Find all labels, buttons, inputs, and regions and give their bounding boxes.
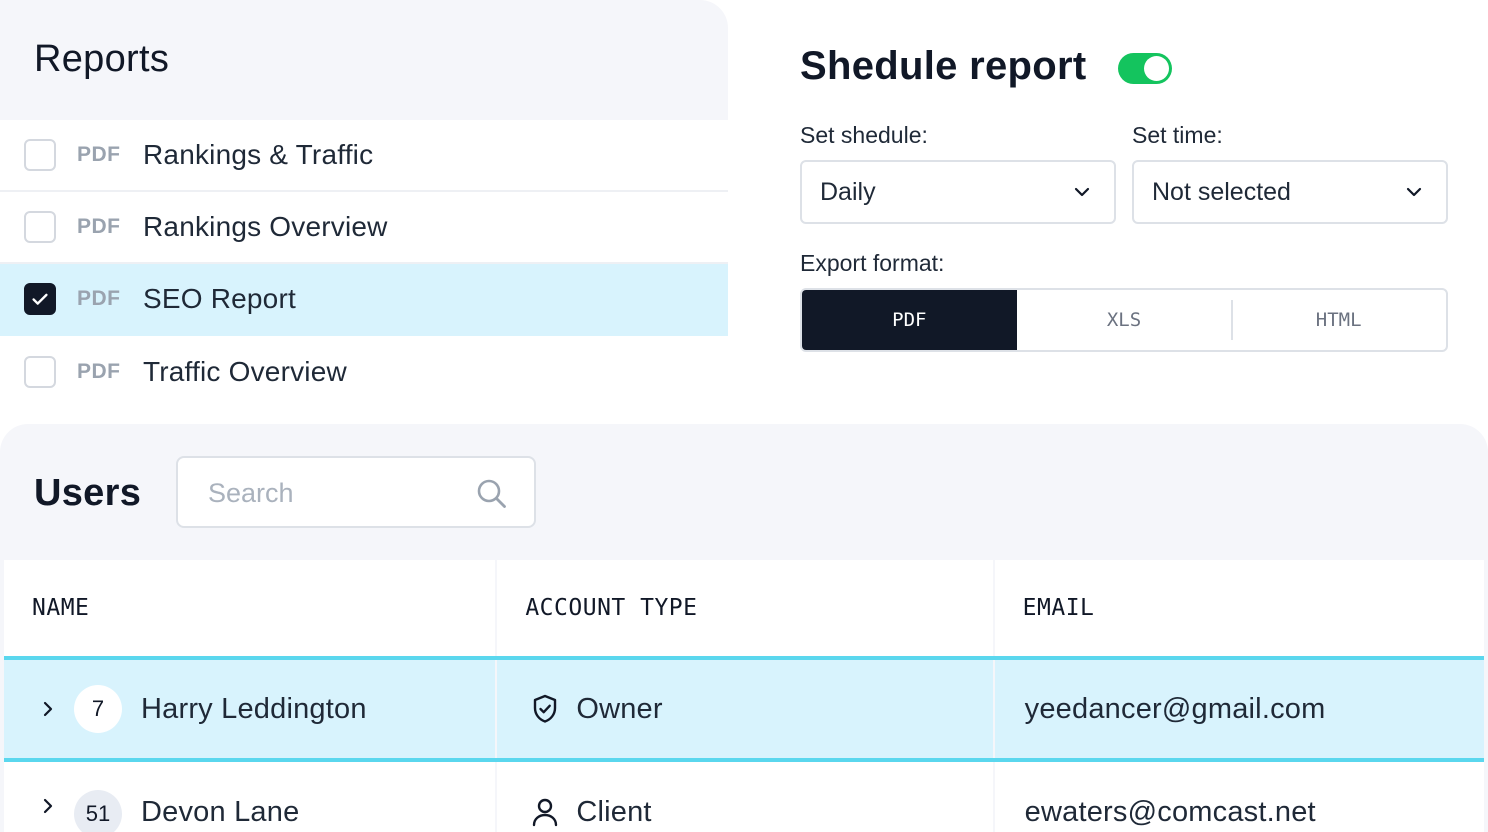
report-item-rankings-traffic[interactable]: PDF Rankings & Traffic [0,120,728,192]
format-html-button[interactable]: HTML [1231,290,1446,350]
users-panel: Users NAME ACCOUNT TYPE EMAIL 7 Harry Le… [0,424,1488,832]
report-format-tag: PDF [77,143,121,166]
chevron-down-icon [1406,187,1422,197]
search-box [176,456,536,528]
user-name: Devon Lane [141,796,300,828]
count-badge: 51 [74,790,122,832]
account-type-cell: Client [497,762,993,832]
account-type: Owner [576,692,663,725]
time-select-value: Not selected [1152,177,1291,206]
count-badge: 7 [74,685,122,733]
reports-panel: Reports PDF Rankings & Traffic PDF Ranki… [0,0,728,392]
report-name: Rankings & Traffic [143,139,374,170]
email-cell: yeedancer@gmail.com [994,660,1484,758]
toggle-knob [1144,56,1169,81]
account-type-cell: Owner [497,660,993,758]
name-cell: 7 Harry Leddington [4,660,496,758]
schedule-panel: Shedule report Set shedule: Daily Set ti… [760,0,1488,392]
reports-title: Reports [34,38,170,80]
column-header-email[interactable]: EMAIL [994,560,1484,656]
account-type: Client [576,796,652,828]
chevron-right-icon[interactable] [38,699,58,719]
check-icon [32,293,48,305]
export-format-label: Export format: [800,250,945,276]
column-header-account-type[interactable]: ACCOUNT TYPE [497,560,993,656]
chevron-right-icon[interactable] [38,796,58,816]
time-select[interactable]: Not selected [1132,160,1448,224]
schedule-select[interactable]: Daily [800,160,1116,224]
search-icon[interactable] [476,478,508,510]
report-name: Rankings Overview [143,211,388,242]
report-format-tag: PDF [77,287,121,310]
report-format-tag: PDF [77,360,121,383]
report-item-seo-report[interactable]: PDF SEO Report [0,264,728,336]
reports-header: Reports [0,0,728,120]
user-name: Harry Leddington [141,692,367,725]
schedule-title: Shedule report [800,44,1087,88]
name-cell: 51 Devon Lane [4,762,496,832]
schedule-label: Set shedule: [800,122,928,148]
table-header: NAME ACCOUNT TYPE EMAIL [4,560,1484,660]
schedule-select-value: Daily [820,177,876,206]
email-cell: ewaters@comcast.net [994,762,1484,832]
user-email: ewaters@comcast.net [1024,796,1316,828]
report-checkbox[interactable] [24,356,56,388]
table-row[interactable]: 7 Harry Leddington Owner yeedancer@gmail… [4,660,1484,762]
format-pdf-button[interactable]: PDF [802,290,1017,350]
time-label: Set time: [1132,122,1223,148]
schedule-toggle[interactable] [1118,53,1172,84]
column-header-name[interactable]: NAME [4,560,496,656]
report-checkbox[interactable] [24,211,56,243]
report-name: SEO Report [143,283,296,314]
chevron-down-icon [1074,187,1090,197]
users-title: Users [34,472,142,514]
user-icon [533,798,558,827]
report-checkbox-checked[interactable] [24,283,56,315]
shield-icon [534,694,557,723]
report-name: Traffic Overview [143,356,347,387]
user-email: yeedancer@gmail.com [1024,692,1326,725]
report-item-rankings-overview[interactable]: PDF Rankings Overview [0,192,728,264]
format-xls-button[interactable]: XLS [1017,290,1232,350]
export-format-segmented: PDF XLS HTML [800,288,1448,352]
report-item-traffic-overview[interactable]: PDF Traffic Overview [0,336,728,392]
table-row[interactable]: 51 Devon Lane Client ewaters@comcast.net [4,762,1484,832]
search-input[interactable] [208,476,468,510]
users-table: NAME ACCOUNT TYPE EMAIL 7 Harry Leddingt… [4,560,1484,832]
report-checkbox[interactable] [24,139,56,171]
report-format-tag: PDF [77,215,121,238]
